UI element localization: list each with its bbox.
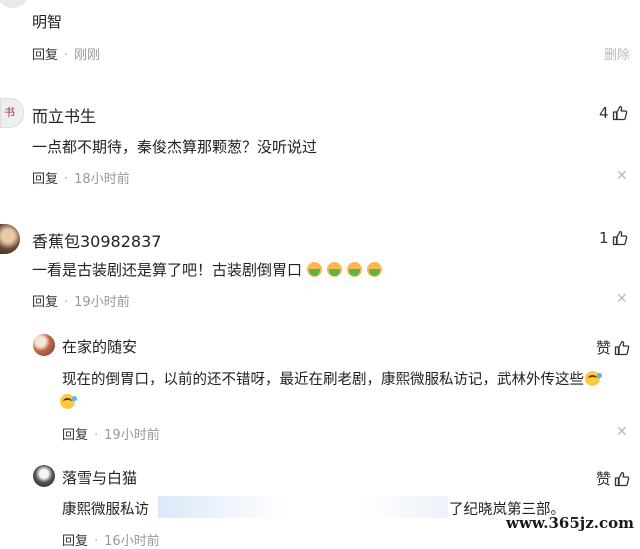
avatar[interactable] <box>33 334 55 356</box>
like-label: 赞 <box>596 470 612 488</box>
like-button[interactable]: 赞 <box>596 337 630 358</box>
thumbs-up-icon <box>612 105 627 121</box>
like-button[interactable]: 赞 <box>596 468 630 489</box>
reply-meta: 回复 · 16小时前 <box>62 530 160 549</box>
overlay-banner <box>158 496 448 518</box>
timestamp: 19小时前 <box>104 428 160 443</box>
username[interactable]: 落雪与白猫 <box>62 467 137 488</box>
avatar[interactable] <box>0 0 28 8</box>
sick-face-icon <box>307 262 323 277</box>
avatar[interactable] <box>0 224 20 254</box>
comment-text: 一看是古装剧还是算了吧！古装剧倒胃口 <box>32 259 383 280</box>
separator-dot: · <box>64 48 69 63</box>
like-button[interactable]: 4 <box>599 104 628 122</box>
like-count: 4 <box>599 104 609 122</box>
reply-text: 现在的倒胃口，以前的还不错呀，最近在刷老剧，康熙微服私访记，武林外传这些 <box>62 368 602 389</box>
separator-dot: · <box>64 172 69 187</box>
comment-meta: 回复 · 18小时前 <box>32 168 130 187</box>
comment-text: 一点都不期待，秦俊杰算那颗葱？没听说过 <box>32 138 318 156</box>
delete-button[interactable]: 删除 <box>604 44 630 63</box>
laugh-tears-icon <box>585 371 602 386</box>
laugh-tears-icon <box>60 394 77 409</box>
sick-face-icon <box>347 262 363 277</box>
like-button[interactable]: 1 <box>599 229 628 247</box>
reply-button[interactable]: 回复 <box>32 172 58 187</box>
timestamp: 19小时前 <box>74 295 130 310</box>
sick-face-icon <box>367 262 383 277</box>
thumbs-up-icon <box>612 230 627 246</box>
thumbs-up-icon <box>614 340 630 355</box>
username[interactable]: 在家的随安 <box>62 336 137 357</box>
reply-button[interactable]: 回复 <box>62 428 88 443</box>
reply-text-start: 康熙微服私访 <box>62 502 149 518</box>
reply-text-content: 现在的倒胃口，以前的还不错呀，最近在刷老剧，康熙微服私访记，武林外传这些 <box>62 372 584 388</box>
reply-button[interactable]: 回复 <box>32 295 58 310</box>
sick-face-icon <box>327 262 343 277</box>
avatar-text: 书 <box>4 106 15 119</box>
close-icon[interactable]: ✕ <box>616 168 628 184</box>
reply-meta: 回复 · 19小时前 <box>62 424 160 443</box>
reply-button[interactable]: 回复 <box>32 48 58 63</box>
close-icon[interactable]: ✕ <box>616 291 628 307</box>
comment-meta: 回复 · 刚刚 <box>32 44 100 63</box>
username[interactable]: 而立书生 <box>32 103 96 127</box>
avatar[interactable] <box>33 465 55 487</box>
separator-dot: · <box>64 295 69 310</box>
close-icon[interactable]: ✕ <box>616 424 628 440</box>
like-label: 赞 <box>596 339 612 357</box>
timestamp: 刚刚 <box>74 48 101 63</box>
watermark: www.365jz.com <box>506 514 634 532</box>
separator-dot: · <box>94 428 99 443</box>
comment-text: 明智 <box>32 13 63 31</box>
avatar[interactable]: 书 <box>0 98 24 128</box>
thumbs-up-icon <box>614 471 630 486</box>
like-count: 1 <box>599 229 609 247</box>
comment-text-content: 一看是古装剧还是算了吧！古装剧倒胃口 <box>32 261 303 279</box>
username[interactable]: 香蕉包30982837 <box>32 228 161 252</box>
timestamp: 18小时前 <box>74 172 130 187</box>
comment-meta: 回复 · 19小时前 <box>32 291 130 310</box>
